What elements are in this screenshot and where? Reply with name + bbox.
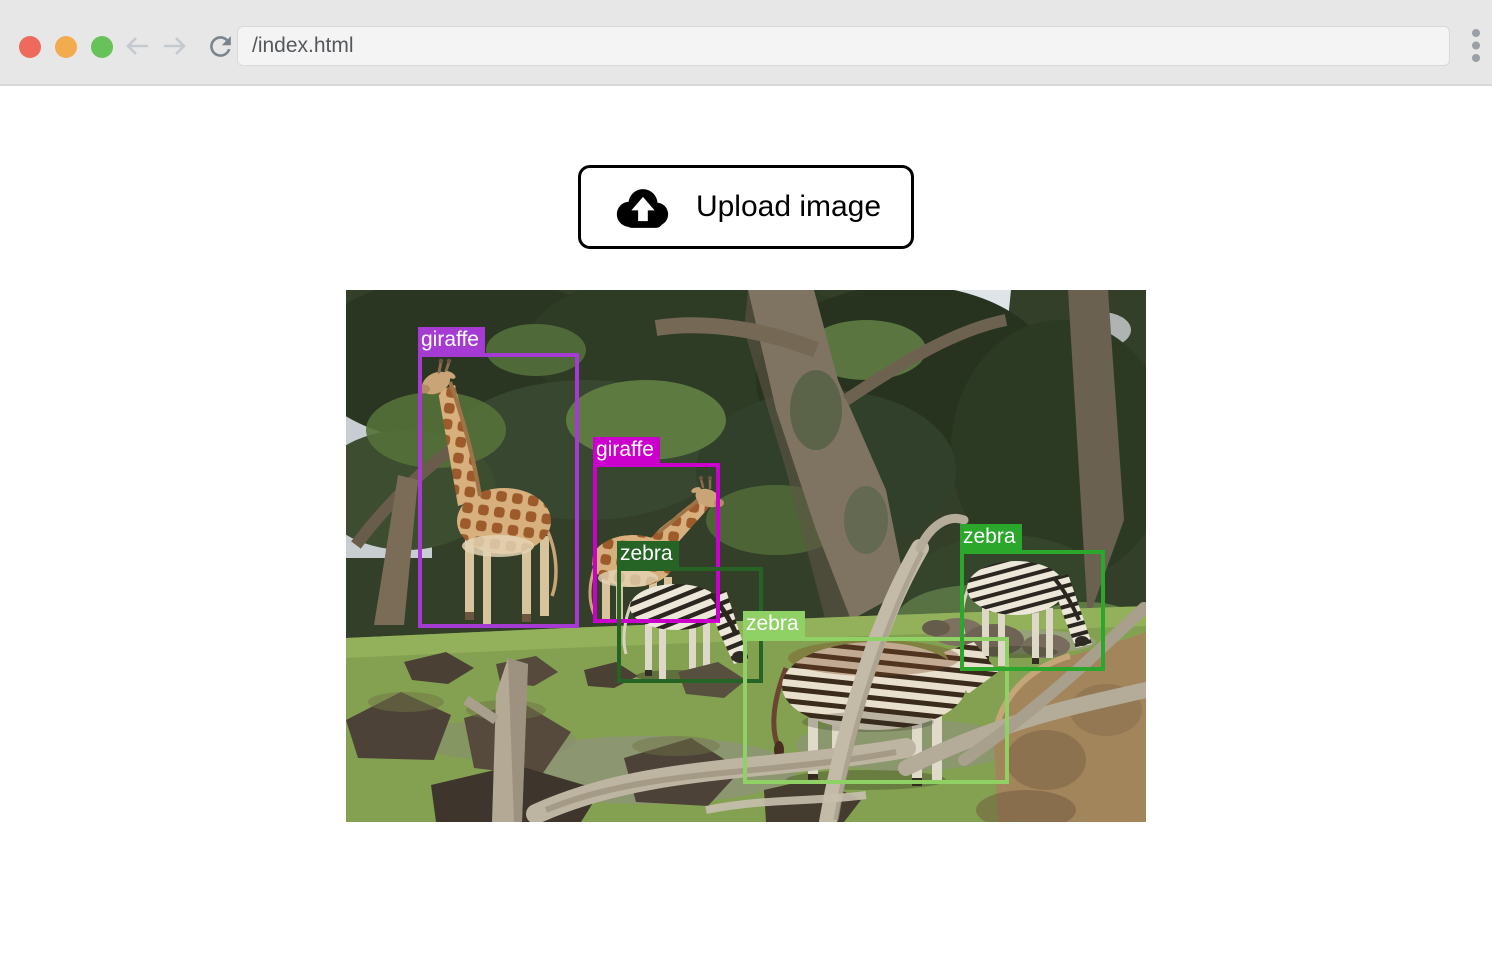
upload-image-button[interactable]: Upload image [578,165,914,249]
cloud-upload-icon [611,185,673,230]
zebra-detection-box: zebra [617,567,763,683]
close-button[interactable] [19,36,41,58]
back-arrow-icon[interactable] [121,30,153,62]
kebab-menu-icon[interactable] [1471,28,1481,64]
detection-overlay: giraffegiraffezebrazebrazebra [346,290,1146,822]
url-bar[interactable]: /index.html [237,26,1450,66]
minimize-button[interactable] [55,36,77,58]
nav-controls [121,30,236,62]
forward-arrow-icon[interactable] [159,30,191,62]
detection-label: zebra [617,541,679,567]
upload-button-label: Upload image [696,190,881,224]
detection-label: giraffe [593,437,660,463]
detection-label: zebra [743,611,805,637]
traffic-lights [19,36,113,58]
browser-chrome: /index.html [0,0,1492,86]
zebra-detection-box: zebra [960,550,1105,671]
reload-icon[interactable] [205,31,236,62]
uploaded-photo: giraffegiraffezebrazebrazebra [346,290,1146,822]
fullscreen-button[interactable] [91,36,113,58]
detection-label: zebra [960,524,1022,550]
giraffe-detection-box: giraffe [418,353,579,628]
browser-window: /index.html Upload image [0,0,1492,968]
detection-label: giraffe [418,327,485,353]
